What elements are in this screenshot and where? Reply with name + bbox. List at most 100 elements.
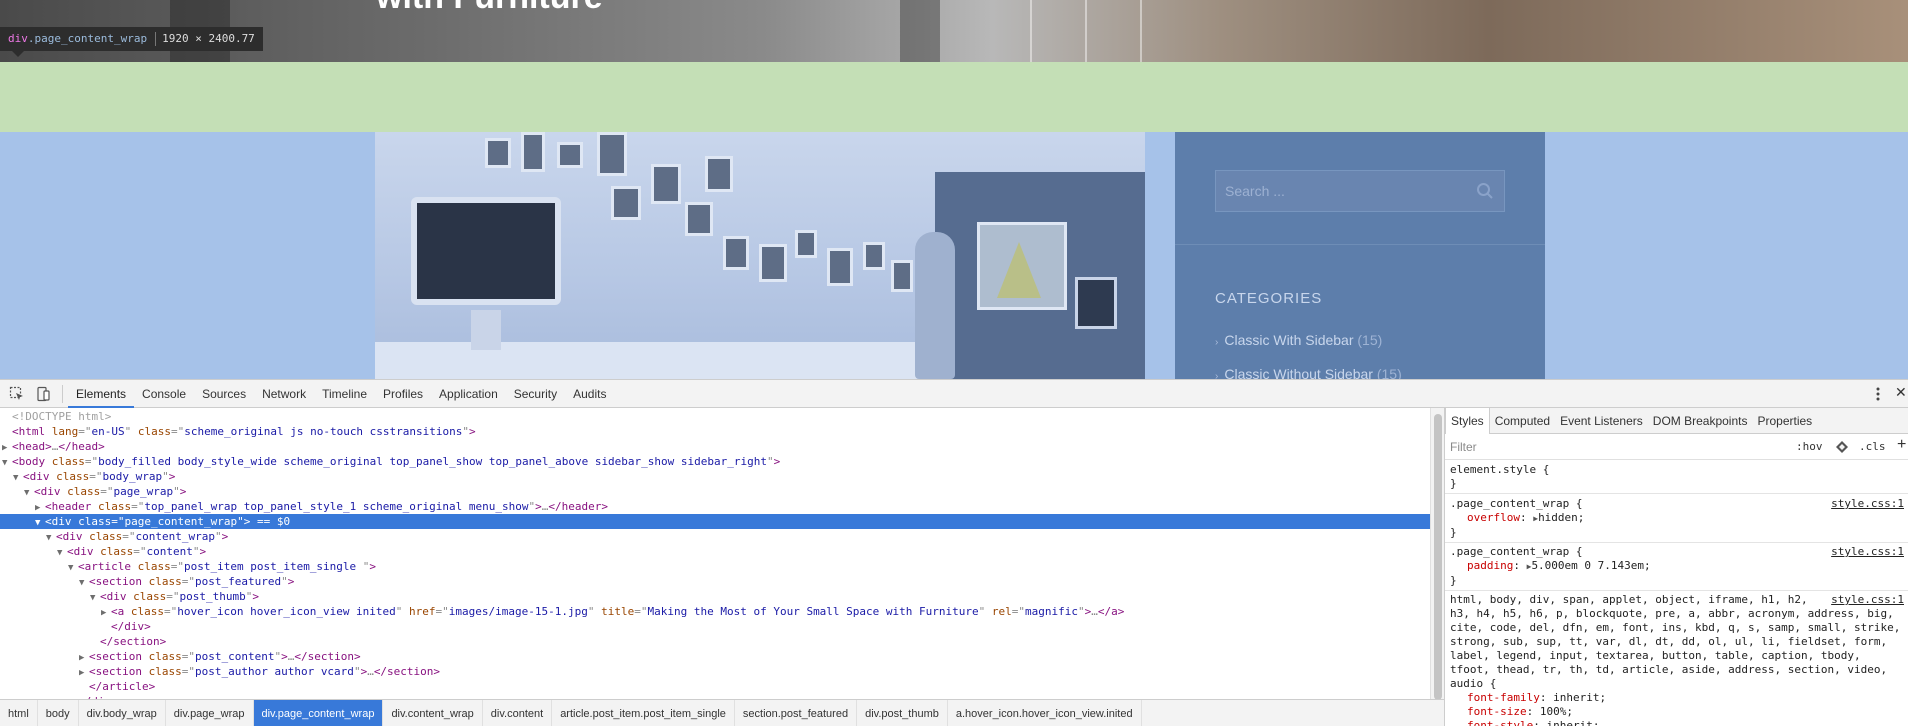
dom-token: post_item post_item_single <box>183 560 363 573</box>
diamond-icon[interactable] <box>1835 440 1849 454</box>
style-property[interactable]: overflow: ▶hidden; <box>1450 511 1904 526</box>
class-toggle[interactable]: .cls <box>1859 440 1886 453</box>
dom-node[interactable]: </div> <box>0 619 1430 634</box>
dom-token: images/image-15-1.jpg <box>448 605 588 618</box>
dom-token: post_content <box>194 650 275 663</box>
rule-source-link[interactable]: style.css:1 <box>1831 545 1904 559</box>
dom-node[interactable]: ▼ <div class="page_wrap"> <box>0 484 1430 499</box>
dom-node[interactable]: ▼ <div class="body_wrap"> <box>0 469 1430 484</box>
tab-audits[interactable]: Audits <box>565 380 614 408</box>
tab-network[interactable]: Network <box>254 380 314 408</box>
dom-node[interactable]: ▶ <section class="post_content">…</sectio… <box>0 649 1430 664</box>
dom-token: =" <box>181 575 195 588</box>
tab-application[interactable]: Application <box>431 380 506 408</box>
breadcrumb-item[interactable]: section.post_featured <box>735 700 858 726</box>
close-icon[interactable]: ✕ <box>1895 384 1907 401</box>
style-rule[interactable]: html, body, div, span, applet, object, i… <box>1445 590 1908 726</box>
dom-token: </header> <box>548 500 608 513</box>
category-link[interactable]: › Classic With Sidebar (15) <box>1215 332 1382 348</box>
tab-console[interactable]: Console <box>134 380 194 408</box>
breadcrumb-item[interactable]: div.content <box>483 700 553 726</box>
search-input[interactable] <box>1216 171 1466 211</box>
breadcrumb-item[interactable]: div.page_wrap <box>166 700 254 726</box>
dom-node[interactable]: </section> <box>0 634 1430 649</box>
dom-node[interactable]: ▼ <section class="post_featured"> <box>0 574 1430 589</box>
dom-token: == $0 <box>250 515 291 528</box>
tab-elements[interactable]: Elements <box>68 380 135 408</box>
dom-node[interactable]: ▶ <section class="post_author author vcar… <box>0 664 1430 679</box>
dom-scrollbar[interactable] <box>1430 408 1444 700</box>
monitor-stand <box>471 310 501 350</box>
dom-token: <body <box>12 455 46 468</box>
breadcrumb-item[interactable]: article.post_item.post_item_single <box>552 700 735 726</box>
tab-timeline[interactable]: Timeline <box>314 380 375 408</box>
dom-node-menu-icon[interactable]: ••• <box>4 489 24 502</box>
rule-close-brace: } <box>1450 574 1457 587</box>
dom-node[interactable]: ▶ <head>…</head> <box>0 439 1430 454</box>
dom-token: </a> <box>1097 605 1125 618</box>
more-options-icon[interactable] <box>1870 386 1886 402</box>
styles-filter-row: :hov .cls + <box>1445 434 1908 460</box>
breadcrumb-item[interactable]: html <box>0 700 38 726</box>
hover-state-toggle[interactable]: :hov <box>1796 440 1823 453</box>
dom-token: " <box>173 485 180 498</box>
dom-node-selected[interactable]: ▼ <div class="page_content_wrap"> == $0 <box>0 514 1430 529</box>
dom-node[interactable]: ▼ <body class="body_filled body_style_wid… <box>0 454 1430 469</box>
breadcrumb-item[interactable]: a.hover_icon.hover_icon_view.inited <box>948 700 1142 726</box>
dom-token: =" <box>131 500 145 513</box>
dom-token: <div <box>23 470 50 483</box>
styles-filter-input[interactable] <box>1450 438 1730 456</box>
dom-token: " <box>281 575 288 588</box>
dom-node[interactable]: ▶ <header class="top_panel_wrap top_panel… <box>0 499 1430 514</box>
style-property[interactable]: padding: ▶5.000em 0 7.143em; <box>1450 559 1904 574</box>
dom-node[interactable]: ▼ <div class="content_wrap"> <box>0 529 1430 544</box>
dom-token: " <box>214 530 222 543</box>
inspect-element-icon[interactable] <box>9 386 25 402</box>
dom-node[interactable]: <html lang="en-US" class="scheme_origina… <box>0 424 1430 439</box>
dom-node[interactable]: <!DOCTYPE html> <box>0 409 1430 424</box>
dom-token: =" <box>84 455 99 468</box>
breadcrumb-item[interactable]: div.page_content_wrap <box>253 700 384 726</box>
search-icon[interactable] <box>1476 182 1494 200</box>
tab-properties[interactable]: Properties <box>1752 408 1817 434</box>
style-rule[interactable]: .page_content_wrap {style.css:1 overflow:… <box>1445 494 1908 543</box>
tab-computed[interactable]: Computed <box>1490 408 1555 434</box>
rule-source-link[interactable]: style.css:1 <box>1831 497 1904 511</box>
devtools-tabs: Elements Console Sources Network Timelin… <box>68 380 614 408</box>
dom-node[interactable]: ▼ <article class="post_item post_item_sin… <box>0 559 1430 574</box>
breadcrumb-item[interactable]: div.content_wrap <box>383 700 483 726</box>
dom-node[interactable]: ▼ <div class="content"> <box>0 544 1430 559</box>
style-property[interactable]: font-size: 100%; <box>1450 705 1904 719</box>
dom-token: … <box>367 665 374 678</box>
tab-sources[interactable]: Sources <box>194 380 254 408</box>
new-style-rule-button[interactable]: + <box>1897 436 1906 454</box>
tab-security[interactable]: Security <box>506 380 565 408</box>
style-property[interactable]: font-family: inherit; <box>1450 691 1904 705</box>
dom-token: =" <box>1011 605 1026 618</box>
tab-event-listeners[interactable]: Event Listeners <box>1555 408 1648 434</box>
dom-token: <article <box>78 560 131 573</box>
breadcrumb-item[interactable]: div.post_thumb <box>857 700 948 726</box>
dom-token: <section <box>89 665 142 678</box>
search-box <box>1215 170 1505 212</box>
dom-node[interactable]: </article> <box>0 679 1430 694</box>
property-value: 5.000em 0 7.143em; <box>1531 559 1651 572</box>
dom-token: body_filled body_style_wide scheme_origi… <box>98 455 768 468</box>
dom-node[interactable]: ▶ <a class="hover_icon hover_icon_view in… <box>0 604 1430 619</box>
wall-photo <box>795 230 817 258</box>
style-rule[interactable]: element.style {} <box>1445 460 1908 494</box>
style-rule[interactable]: .page_content_wrap {style.css:1 padding: … <box>1445 542 1908 591</box>
tab-profiles[interactable]: Profiles <box>375 380 431 408</box>
hero-glass <box>1140 0 1142 62</box>
breadcrumb-item[interactable]: div.body_wrap <box>79 700 166 726</box>
tab-styles[interactable]: Styles <box>1445 408 1490 434</box>
style-property[interactable]: font-style: inherit; <box>1450 719 1904 726</box>
dom-node[interactable]: ▼ <div class="post_thumb"> <box>0 589 1430 604</box>
breadcrumb-item[interactable]: body <box>38 700 79 726</box>
post-featured-image[interactable] <box>375 132 1145 379</box>
rule-source-link[interactable]: style.css:1 <box>1831 593 1904 607</box>
device-mode-icon[interactable] <box>35 386 51 402</box>
category-link[interactable]: › Classic Without Sidebar (15) <box>1215 366 1402 379</box>
tab-dom-breakpoints[interactable]: DOM Breakpoints <box>1648 408 1753 434</box>
property-value: 100%; <box>1539 705 1573 718</box>
